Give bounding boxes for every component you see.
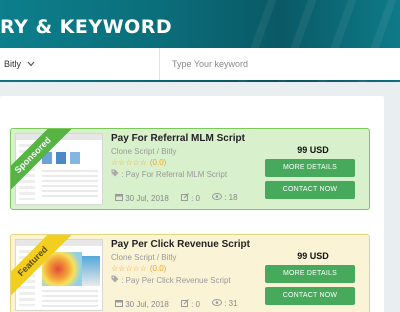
contact-now-button[interactable]: CONTACT NOW [265, 287, 355, 305]
listing-price: 99 USD [297, 251, 329, 261]
chevron-down-icon [27, 60, 35, 69]
listing-card: Sponsored Pay For Referral MLM Script Cl… [10, 128, 370, 210]
rating-value: (0.0) [149, 264, 167, 273]
tag-icon [111, 275, 121, 285]
tag-icon [111, 169, 121, 179]
listing-card: Featured Pay Per Click Revenue Script Cl… [10, 234, 370, 312]
listing-meta: 30 Jul, 2018 : 0 : 18 [115, 193, 238, 203]
category-select[interactable]: Bitly [0, 48, 160, 80]
page-title: RY & KEYWORD [0, 16, 173, 38]
listing-edits: : 0 [191, 300, 200, 309]
contact-now-button[interactable]: CONTACT NOW [265, 181, 355, 199]
listing-title[interactable]: Pay For Referral MLM Script [111, 133, 245, 144]
calendar-icon [115, 300, 125, 309]
listing-rating: ☆☆☆☆☆ (0.0) [111, 264, 166, 273]
listing-date: 30 Jul, 2018 [125, 194, 169, 203]
listing-tag-text: : Pay Per Click Revenue Script [121, 276, 231, 285]
listing-tags: : Pay For Referral MLM Script [111, 169, 227, 179]
calendar-icon [115, 194, 125, 203]
listing-title[interactable]: Pay Per Click Revenue Script [111, 239, 250, 250]
keyword-input[interactable] [160, 48, 400, 80]
listing-category[interactable]: Clone Script / Bitly [111, 147, 176, 156]
eye-icon [211, 193, 224, 202]
listing-rating: ☆☆☆☆☆ (0.0) [111, 158, 166, 167]
listing-edits: : 0 [191, 194, 200, 203]
rating-value: (0.0) [149, 158, 167, 167]
listing-category[interactable]: Clone Script / Bitly [111, 253, 176, 262]
eye-icon [211, 299, 224, 308]
listing-date: 30 Jul, 2018 [125, 300, 169, 309]
rating-stars: ☆☆☆☆☆ [111, 264, 147, 273]
listing-tags: : Pay Per Click Revenue Script [111, 275, 231, 285]
more-details-button[interactable]: MORE DETAILS [265, 265, 355, 283]
category-select-value: Bitly [4, 59, 22, 69]
listing-panel: Sponsored Pay For Referral MLM Script Cl… [0, 96, 384, 312]
more-details-button[interactable]: MORE DETAILS [265, 159, 355, 177]
edit-icon [180, 299, 191, 309]
listing-meta: 30 Jul, 2018 : 0 : 31 [115, 299, 238, 309]
rating-stars: ☆☆☆☆☆ [111, 158, 147, 167]
listing-views: : 31 [224, 299, 238, 308]
listing-views: : 18 [224, 193, 238, 202]
edit-icon [180, 193, 191, 203]
listing-price: 99 USD [297, 145, 329, 155]
search-bar: Bitly [0, 48, 400, 80]
listing-tag-text: : Pay For Referral MLM Script [121, 170, 228, 179]
